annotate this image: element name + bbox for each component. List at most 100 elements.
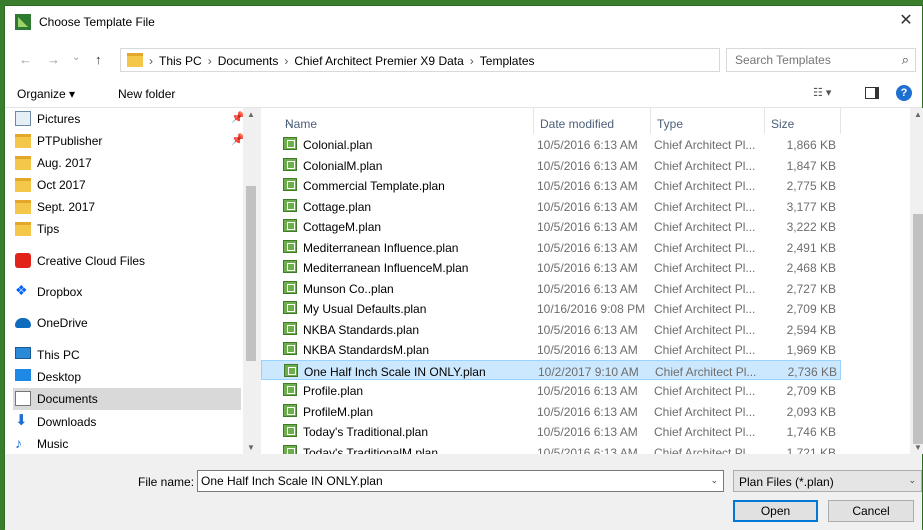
- plan-file-icon: [284, 363, 298, 377]
- search-icon[interactable]: ⌕: [902, 52, 909, 68]
- help-icon[interactable]: ?: [896, 85, 912, 101]
- title-bar: Choose Template File ✕: [5, 6, 922, 38]
- table-row[interactable]: Cottage.plan 10/5/2016 6:13 AM Chief Archi…: [261, 196, 841, 217]
- file-type: Chief Architect Pl...: [655, 364, 757, 379]
- forward-arrow-icon[interactable]: →: [47, 52, 60, 67]
- breadcrumb-this-pc[interactable]: This PC: [159, 54, 202, 68]
- sidebar-item-documents[interactable]: Documents: [13, 388, 241, 410]
- search-input[interactable]: [735, 53, 885, 67]
- file-name: Colonial.plan: [303, 138, 373, 152]
- pictures-icon: [15, 111, 31, 126]
- table-row[interactable]: My Usual Defaults.plan 10/16/2016 9:08 PM…: [261, 298, 841, 319]
- documents-icon: [15, 391, 31, 406]
- scroll-up-icon[interactable]: ▲: [914, 110, 922, 119]
- table-row[interactable]: Mediterranean InfluenceM.plan 10/5/2016 6…: [261, 257, 841, 278]
- sidebar-item-oct-2017[interactable]: Oct 2017: [13, 174, 241, 196]
- chevron-down-icon[interactable]: ⌄: [710, 475, 718, 486]
- sidebar-item-onedrive[interactable]: OneDrive: [13, 312, 241, 334]
- file-date-modified: 10/5/2016 6:13 AM: [537, 343, 638, 357]
- file-list-scrollbar-thumb[interactable]: [913, 214, 923, 444]
- plan-file-icon: [283, 301, 297, 314]
- table-row[interactable]: ProfileM.plan 10/5/2016 6:13 AM Chief Arch…: [261, 401, 841, 422]
- chevron-down-icon[interactable]: ⌄: [908, 475, 916, 486]
- table-row[interactable]: One Half Inch Scale IN ONLY.plan 10/2/201…: [261, 359, 841, 380]
- column-header-type[interactable]: Type: [651, 108, 765, 134]
- address-bar-row: ← → ⌄ ↑ › This PC › Documents › Chief Ar…: [5, 38, 922, 78]
- new-folder-button[interactable]: New folder: [118, 87, 175, 101]
- close-icon[interactable]: ✕: [894, 10, 918, 32]
- recent-locations-icon[interactable]: ⌄: [72, 52, 80, 63]
- file-name-combobox[interactable]: ⌄: [197, 470, 724, 492]
- file-size: 3,222 KB: [786, 220, 836, 234]
- file-size: 1,866 KB: [786, 138, 836, 152]
- sidebar-item-aug-2017[interactable]: Aug. 2017: [13, 152, 241, 174]
- file-size: 2,727 KB: [786, 281, 836, 296]
- table-row[interactable]: Mediterranean Influence.plan 10/5/2016 6:…: [261, 237, 841, 258]
- folder-icon: [15, 200, 31, 214]
- file-name: Profile.plan: [303, 384, 364, 398]
- scroll-up-icon[interactable]: ▲: [247, 110, 255, 119]
- back-arrow-icon[interactable]: ←: [19, 52, 32, 67]
- up-arrow-icon[interactable]: ↑: [95, 52, 102, 67]
- file-type: Chief Architect Pl...: [654, 261, 756, 275]
- file-name: Commercial Template.plan: [303, 179, 445, 193]
- sidebar-item-sept-2017[interactable]: Sept. 2017: [13, 196, 241, 218]
- navigation-pane: Pictures 📌 PTPublisher 📌 Aug. 2017 Oct 2…: [5, 108, 257, 454]
- breadcrumb-templates[interactable]: Templates: [480, 54, 535, 68]
- preview-pane-icon[interactable]: [865, 87, 879, 99]
- dropbox-icon: ❖: [15, 282, 28, 298]
- sidebar-item-creative-cloud-files[interactable]: Creative Cloud Files: [13, 250, 241, 272]
- scroll-down-icon[interactable]: ▼: [914, 443, 922, 452]
- view-options-icon[interactable]: ☷ ▾: [813, 86, 831, 99]
- open-button[interactable]: Open: [733, 500, 818, 522]
- sidebar-item-ptpublisher[interactable]: PTPublisher 📌: [13, 130, 245, 152]
- plan-file-icon: [283, 403, 297, 417]
- cancel-button[interactable]: Cancel: [828, 500, 914, 522]
- table-row[interactable]: Munson Co..plan 10/5/2016 6:13 AM Chief Ar…: [261, 278, 841, 299]
- sidebar-item-tips[interactable]: Tips: [13, 218, 241, 240]
- table-row[interactable]: Today's TraditionalM.plan 10/5/2016 6:13 …: [261, 442, 841, 454]
- scroll-down-icon[interactable]: ▼: [247, 443, 255, 452]
- file-type: Chief Architect Pl...: [654, 343, 756, 357]
- table-row[interactable]: Commercial Template.plan 10/5/2016 6:13 A…: [261, 175, 841, 196]
- navigation-scrollbar-thumb[interactable]: [246, 186, 256, 361]
- file-size: 2,709 KB: [786, 384, 836, 398]
- file-type-select[interactable]: Plan Files (*.plan) ⌄: [733, 470, 922, 492]
- table-row[interactable]: NKBA Standards.plan 10/5/2016 6:13 AM Chie…: [261, 319, 841, 340]
- address-box[interactable]: › This PC › Documents › Chief Architect …: [120, 48, 829, 72]
- column-header-label: Date modified: [540, 117, 615, 131]
- plan-file-icon: [283, 444, 297, 454]
- column-header-name[interactable]: Name ︿: [279, 108, 534, 134]
- file-name-input[interactable]: [201, 474, 691, 488]
- file-date-modified: 10/5/2016 6:13 AM: [537, 384, 638, 398]
- plan-file-icon: [283, 280, 297, 294]
- table-row[interactable]: Colonial.plan 10/5/2016 6:13 AM Chief Arch…: [261, 134, 841, 155]
- choose-template-dialog: Choose Template File ✕ ← → ⌄ ↑ › This PC…: [4, 5, 923, 530]
- file-date-modified: 10/5/2016 6:13 AM: [537, 138, 638, 152]
- file-type: Chief Architect Pl...: [654, 240, 756, 255]
- table-row[interactable]: ColonialM.plan 10/5/2016 6:13 AM Chief Arc…: [261, 155, 841, 176]
- file-type-value: Plan Files (*.plan): [739, 475, 834, 489]
- sidebar-item-label: Music: [37, 437, 69, 451]
- search-box[interactable]: ⌕: [726, 48, 916, 72]
- column-header-date-modified[interactable]: Date modified: [534, 108, 651, 134]
- file-date-modified: 10/5/2016 6:13 AM: [537, 261, 638, 275]
- organize-button[interactable]: Organize ▾: [17, 87, 75, 101]
- sort-ascending-icon: ︿: [285, 118, 293, 127]
- table-row[interactable]: Profile.plan 10/5/2016 6:13 AM Chief Archi…: [261, 380, 841, 401]
- table-row[interactable]: Today's Traditional.plan 10/5/2016 6:13 A…: [261, 421, 841, 442]
- breadcrumb-separator: ›: [149, 54, 153, 68]
- table-row[interactable]: NKBA StandardsM.plan 10/5/2016 6:13 AM Chi…: [261, 339, 841, 360]
- sidebar-item-dropbox[interactable]: ❖ Dropbox: [13, 281, 241, 303]
- column-header-size[interactable]: Size: [765, 108, 841, 134]
- sidebar-item-pictures[interactable]: Pictures 📌: [13, 108, 245, 130]
- sidebar-item-this-pc[interactable]: This PC: [13, 344, 241, 366]
- breadcrumb-chief-architect-data[interactable]: Chief Architect Premier X9 Data: [294, 54, 463, 68]
- sidebar-item-music[interactable]: ♪ Music: [13, 433, 241, 454]
- breadcrumb-documents[interactable]: Documents: [218, 54, 279, 68]
- sidebar-item-label: Tips: [37, 222, 60, 236]
- sidebar-item-downloads[interactable]: ⬇ Downloads: [13, 411, 241, 433]
- table-row[interactable]: CottageM.plan 10/5/2016 6:13 AM Chief Arch…: [261, 216, 841, 237]
- file-name: NKBA StandardsM.plan: [303, 343, 430, 357]
- sidebar-item-desktop[interactable]: Desktop: [13, 366, 241, 388]
